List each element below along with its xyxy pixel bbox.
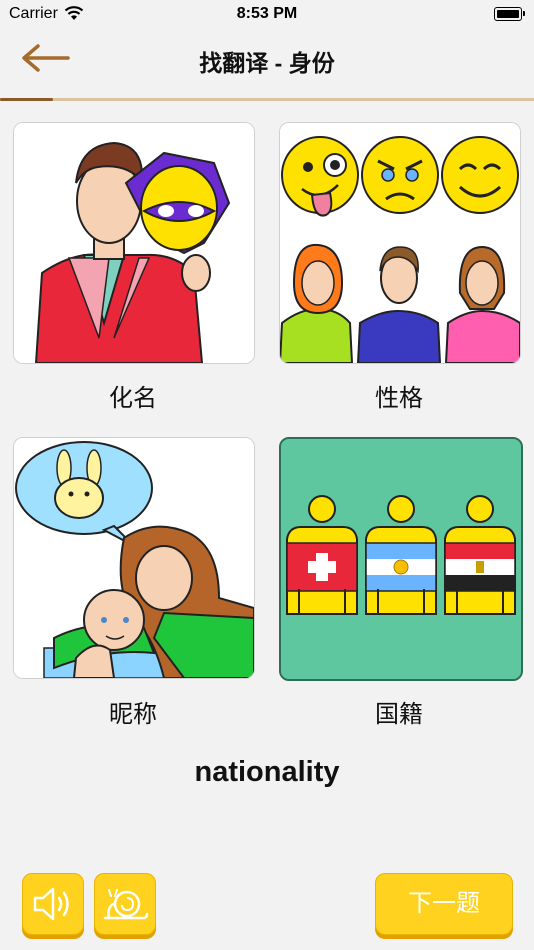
- option-label-alias: 化名: [109, 385, 157, 412]
- option-card-nationality[interactable]: [279, 437, 523, 681]
- emoji-and-people-illustration: [280, 123, 520, 363]
- option-card-personality[interactable]: [279, 122, 521, 364]
- battery-icon: [494, 7, 522, 21]
- sound-button[interactable]: [22, 873, 84, 935]
- battery-tip: [523, 11, 525, 16]
- man-with-mask-illustration: [14, 123, 254, 363]
- flag-shirts-illustration: [281, 439, 521, 679]
- option-label-nationality: 国籍: [375, 701, 423, 728]
- status-bar: Carrier 8:53 PM: [0, 0, 534, 28]
- option-card-nickname[interactable]: [13, 437, 255, 679]
- option-label-nickname: 昵称: [109, 701, 157, 728]
- progress-bar: [0, 98, 534, 101]
- prompt-word: nationality: [194, 756, 340, 788]
- progress-fill: [0, 98, 54, 101]
- option-label-personality: 性格: [375, 385, 423, 412]
- slow-sound-button[interactable]: [94, 873, 156, 935]
- option-card-alias[interactable]: [13, 122, 255, 364]
- page-title: 找翻译 - 身份: [199, 50, 335, 76]
- snail-icon: [103, 889, 149, 920]
- speaker-icon: [33, 887, 69, 921]
- clock: 8:53 PM: [236, 5, 298, 22]
- mother-and-baby-illustration: [14, 438, 254, 678]
- next-button-label: 下一题: [408, 890, 480, 917]
- next-question-button[interactable]: 下一题: [375, 873, 513, 935]
